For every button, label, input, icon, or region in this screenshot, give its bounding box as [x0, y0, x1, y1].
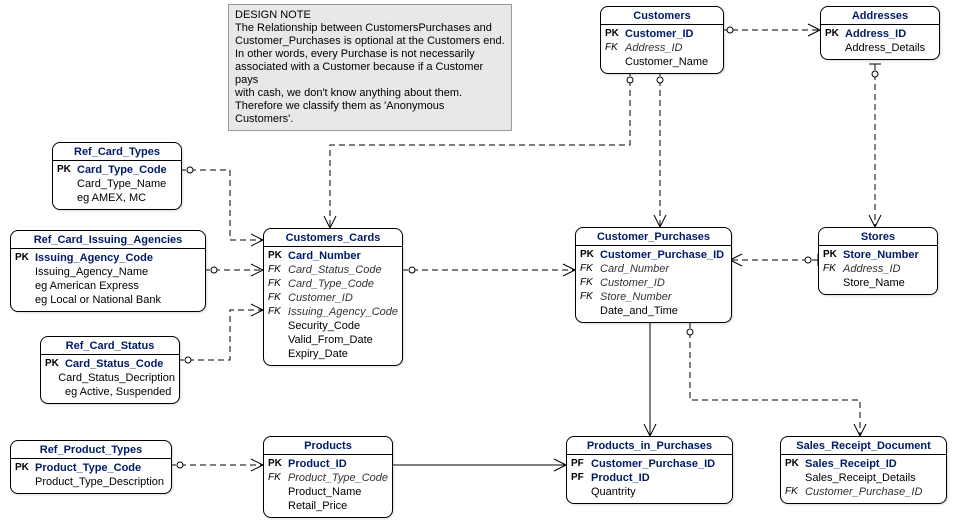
entity-title: Stores: [819, 228, 937, 246]
entity-ref-card-issuing-agencies: Ref_Card_Issuing_Agencies PKIssuing_Agen…: [10, 230, 206, 312]
entity-title: Ref_Card_Types: [53, 143, 181, 161]
entity-title: Customers: [601, 7, 723, 25]
entity-products: Products PKProduct_ID FKProduct_Type_Cod…: [263, 436, 393, 518]
entity-customers-cards: Customers_Cards PKCard_Number FKCard_Sta…: [263, 228, 403, 366]
note-title: DESIGN NOTE: [235, 9, 505, 22]
entity-customers: Customers PKCustomer_ID FKAddress_ID Cus…: [600, 6, 724, 74]
entity-title: Customer_Purchases: [576, 228, 731, 246]
entity-products-in-purchases: Products_in_Purchases PFCustomer_Purchas…: [566, 436, 733, 504]
entity-title: Customers_Cards: [264, 229, 402, 247]
design-note: DESIGN NOTE The Relationship between Cus…: [228, 4, 512, 131]
entity-ref-product-types: Ref_Product_Types PKProduct_Type_Code Pr…: [10, 440, 172, 494]
entity-ref-card-types: Ref_Card_Types PKCard_Type_Code Card_Typ…: [52, 142, 182, 210]
entity-title: Ref_Card_Issuing_Agencies: [11, 231, 205, 249]
entity-title: Ref_Product_Types: [11, 441, 171, 459]
entity-title: Products_in_Purchases: [567, 437, 732, 455]
entity-customer-purchases: Customer_Purchases PKCustomer_Purchase_I…: [575, 227, 732, 323]
entity-title: Sales_Receipt_Document: [781, 437, 946, 455]
entity-ref-card-status: Ref_Card_Status PKCard_Status_Code Card_…: [40, 336, 180, 404]
entity-title: Products: [264, 437, 392, 455]
entity-title: Addresses: [821, 7, 939, 25]
entity-stores: Stores PKStore_Number FKAddress_ID Store…: [818, 227, 938, 295]
entity-addresses: Addresses PKAddress_ID Address_Details: [820, 6, 940, 60]
entity-title: Ref_Card_Status: [41, 337, 179, 355]
entity-sales-receipt-document: Sales_Receipt_Document PKSales_Receipt_I…: [780, 436, 947, 504]
